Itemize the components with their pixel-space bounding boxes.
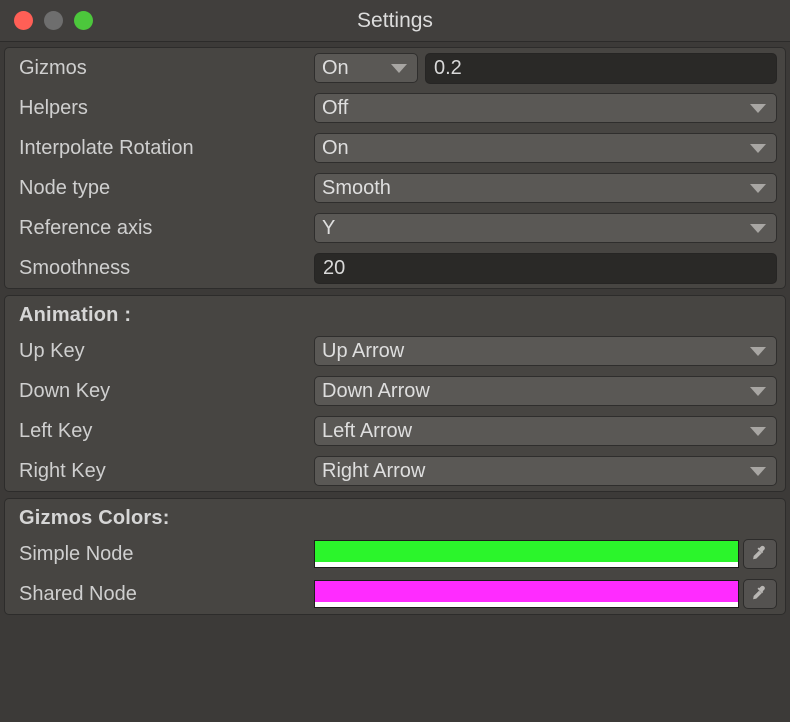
smoothness-label: Smoothness [19,256,131,279]
right-key-value: Right Arrow [322,459,426,482]
window-traffic-lights [0,11,93,30]
up-key-value: Up Arrow [322,339,405,362]
close-window-icon[interactable] [14,11,33,30]
smoothness-value: 20 [323,256,346,279]
simple-node-eyedropper-button[interactable] [743,539,777,569]
row-smoothness: Smoothness 20 [13,248,777,288]
reference-axis-label: Reference axis [19,216,153,239]
row-shared-node-color: Shared Node [13,574,777,614]
row-down-key: Down Key Down Arrow [13,371,777,411]
maximize-window-icon[interactable] [74,11,93,30]
eyedropper-icon [753,545,765,560]
node-type-dropdown[interactable]: Smooth [314,173,777,203]
interpolate-rotation-dropdown[interactable]: On [314,133,777,163]
settings-window: Settings Gizmos On 0.2 Helpers Off Inter… [0,0,790,722]
general-settings-panel: Gizmos On 0.2 Helpers Off Interpolate Ro… [4,47,786,289]
chevron-down-icon [750,223,766,233]
row-node-type: Node type Smooth [13,168,777,208]
left-key-label: Left Key [19,419,93,442]
left-key-dropdown[interactable]: Left Arrow [314,416,777,446]
shared-node-color-swatch[interactable] [314,580,739,608]
gizmos-label: Gizmos [19,56,87,79]
shared-node-eyedropper-button[interactable] [743,579,777,609]
chevron-down-icon [750,346,766,356]
row-helpers: Helpers Off [13,88,777,128]
node-type-value: Smooth [322,176,391,199]
down-key-label: Down Key [19,379,111,402]
minimize-window-icon[interactable] [44,11,63,30]
eyedropper-icon [753,585,765,600]
window-title: Settings [357,8,433,32]
simple-node-color-fill [315,541,738,562]
row-interpolate-rotation: Interpolate Rotation On [13,128,777,168]
animation-panel: Animation : Up Key Up Arrow Down Key Dow… [4,295,786,492]
up-key-dropdown[interactable]: Up Arrow [314,336,777,366]
row-simple-node-color: Simple Node [13,534,777,574]
reference-axis-dropdown[interactable]: Y [314,213,777,243]
interpolate-rotation-value: On [322,136,349,159]
interpolate-rotation-label: Interpolate Rotation [19,136,194,159]
row-left-key: Left Key Left Arrow [13,411,777,451]
chevron-down-icon [750,426,766,436]
simple-node-label: Simple Node [19,542,134,565]
chevron-down-icon [750,103,766,113]
shared-node-alpha-bar [315,602,738,607]
left-key-value: Left Arrow [322,419,413,442]
smoothness-input[interactable]: 20 [314,252,777,284]
row-gizmos: Gizmos On 0.2 [13,48,777,88]
reference-axis-value: Y [322,216,336,239]
right-key-dropdown[interactable]: Right Arrow [314,456,777,486]
helpers-label: Helpers [19,96,88,119]
node-type-label: Node type [19,176,111,199]
gizmos-colors-panel: Gizmos Colors: Simple Node Shared Node [4,498,786,615]
animation-section-title: Animation : [19,304,132,326]
chevron-down-icon [750,386,766,396]
helpers-dropdown[interactable]: Off [314,93,777,123]
chevron-down-icon [750,143,766,153]
gizmos-size-input[interactable]: 0.2 [425,52,777,84]
right-key-label: Right Key [19,459,106,482]
chevron-down-icon [391,63,407,73]
down-key-value: Down Arrow [322,379,430,402]
gizmos-toggle-value: On [322,56,349,79]
helpers-value: Off [322,96,349,119]
gizmos-size-value: 0.2 [434,56,462,79]
window-titlebar: Settings [0,0,790,42]
up-key-label: Up Key [19,339,85,362]
shared-node-label: Shared Node [19,582,137,605]
down-key-dropdown[interactable]: Down Arrow [314,376,777,406]
row-up-key: Up Key Up Arrow [13,331,777,371]
row-reference-axis: Reference axis Y [13,208,777,248]
gizmos-toggle-dropdown[interactable]: On [314,53,418,83]
settings-content: Gizmos On 0.2 Helpers Off Interpolate Ro… [0,42,790,722]
gizmos-colors-section-title: Gizmos Colors: [19,507,170,529]
simple-node-color-swatch[interactable] [314,540,739,568]
chevron-down-icon [750,466,766,476]
shared-node-color-fill [315,581,738,602]
row-right-key: Right Key Right Arrow [13,451,777,491]
simple-node-alpha-bar [315,562,738,567]
chevron-down-icon [750,183,766,193]
